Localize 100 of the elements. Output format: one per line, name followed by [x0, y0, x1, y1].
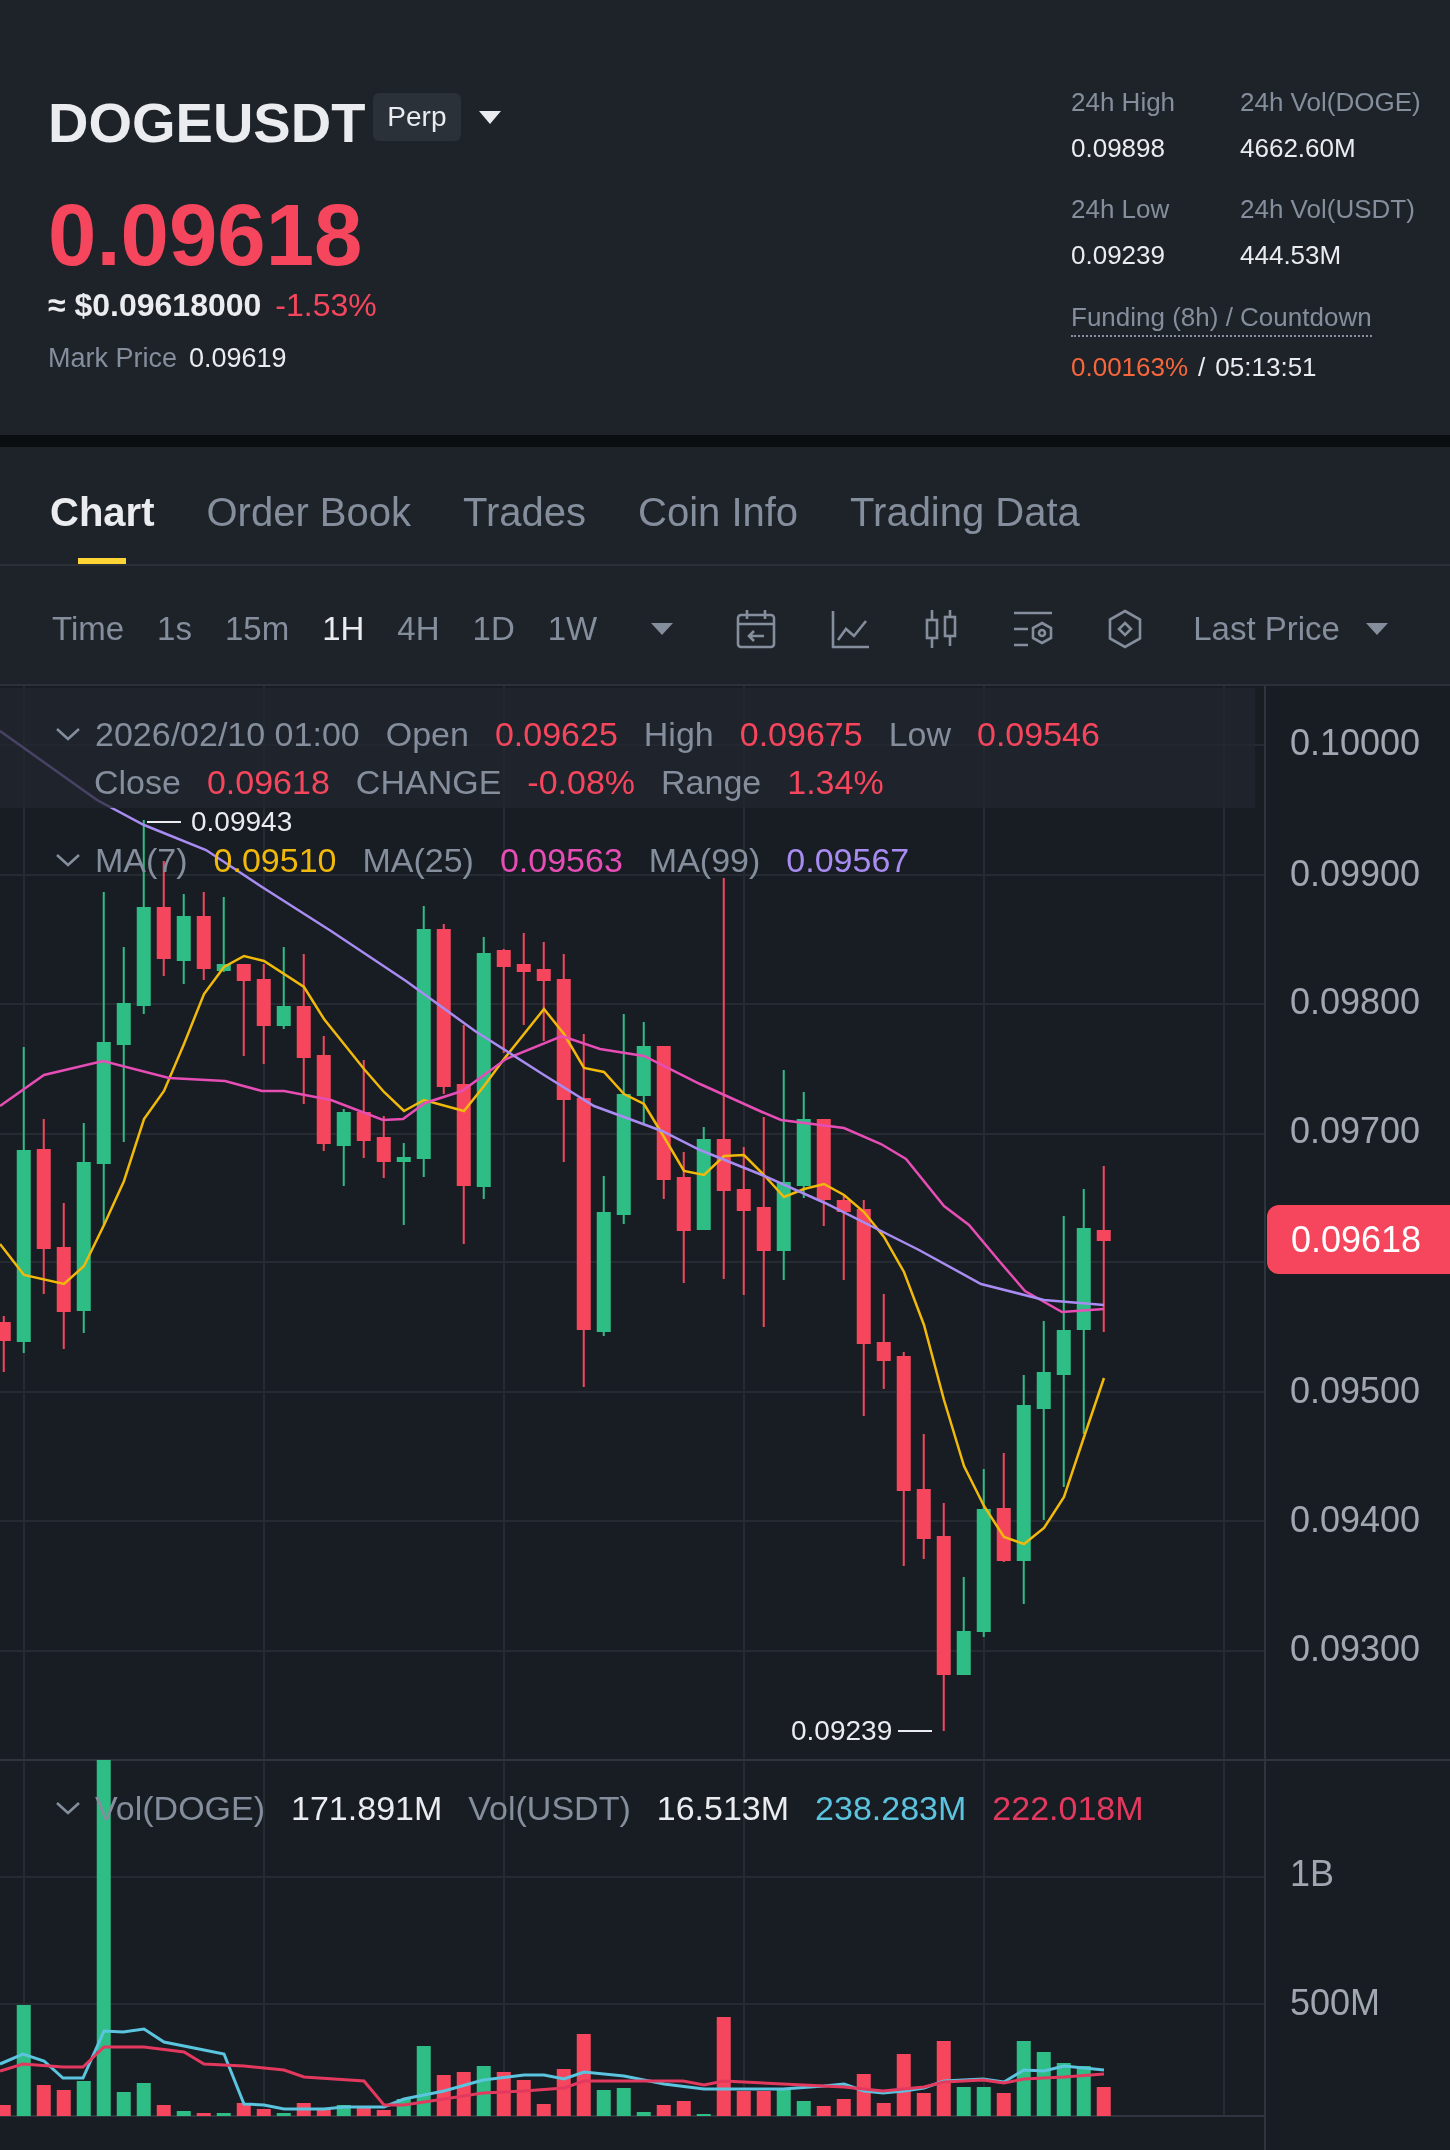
- volume-bar: [656, 2105, 671, 2116]
- volume-bar: [996, 2093, 1011, 2116]
- legend-label: CHANGE: [355, 762, 502, 802]
- volume-bar: [616, 2088, 631, 2116]
- volume-bar: [416, 2046, 431, 2116]
- funding-separator: /: [1198, 351, 1206, 384]
- volume-bar: [756, 2091, 771, 2116]
- legend-value: 1.34%: [787, 762, 884, 802]
- stat-value: 0.09239: [1071, 239, 1165, 272]
- stat-label: 24h Low: [1071, 193, 1170, 226]
- funding-label[interactable]: Funding (8h) / Countdown: [1071, 299, 1372, 337]
- tab[interactable]: Trades: [463, 447, 586, 564]
- candlestick: [0, 1316, 11, 1372]
- volume-legend-label: Vol(USDT): [468, 1788, 631, 1828]
- chevron-down-icon[interactable]: [55, 852, 81, 868]
- volume-bar: [376, 2110, 391, 2116]
- contract-type-badge: Perp: [373, 93, 461, 141]
- volume-bar: [136, 2083, 151, 2116]
- interval-option[interactable]: Time: [52, 607, 125, 651]
- mark-price-value: 0.09619: [189, 342, 287, 375]
- chevron-down-icon[interactable]: [55, 1800, 81, 1816]
- price-change: -1.53%: [275, 286, 377, 325]
- price-type-dropdown[interactable]: Last Price: [1193, 607, 1388, 651]
- interval-option[interactable]: 4H: [397, 607, 440, 651]
- calendar-icon[interactable]: [735, 608, 778, 650]
- volume-bar: [336, 2105, 351, 2116]
- volume-bar: [976, 2087, 991, 2116]
- volume-axis-label: 500M: [1290, 1983, 1381, 2023]
- price-axis-label: 0.09400: [1290, 1500, 1421, 1540]
- volume-bar: [916, 2093, 931, 2116]
- volume-bar: [116, 2092, 131, 2116]
- volume-bar: [956, 2087, 971, 2116]
- tab[interactable]: Chart: [50, 447, 155, 564]
- volume-bar: [896, 2054, 911, 2116]
- legend-value: 0.09675: [739, 714, 863, 754]
- volume-average-value: 238.283M: [815, 1788, 967, 1828]
- price-axis-label: 0.09300: [1290, 1629, 1421, 1669]
- stat-value: 444.53M: [1240, 239, 1342, 272]
- last-price: 0.09618: [48, 185, 363, 285]
- price-axis-label: 0.10000: [1290, 723, 1421, 763]
- legend-label: Open: [385, 714, 469, 754]
- interval-option[interactable]: 1H: [322, 607, 365, 651]
- ma-value: 0.09510: [213, 840, 337, 880]
- legend-label: Close: [94, 762, 181, 802]
- tab[interactable]: Trading Data: [850, 447, 1080, 564]
- volume-bar: [316, 2108, 331, 2116]
- line-chart-icon[interactable]: [829, 608, 872, 650]
- funding-rate: 0.00163%: [1071, 351, 1189, 384]
- ma-value: 0.09563: [499, 840, 623, 880]
- approx-usd-price: ≈ $0.09618000: [48, 286, 262, 325]
- volume-bar: [356, 2108, 371, 2116]
- volume-bar: [216, 2113, 231, 2116]
- chevron-down-icon[interactable]: [55, 726, 81, 742]
- volume-bar: [1096, 2087, 1111, 2116]
- volume-bar: [156, 2105, 171, 2116]
- mark-price-label: Mark Price: [48, 342, 177, 375]
- volume-bar: [636, 2112, 651, 2116]
- hexagon-icon[interactable]: [1107, 608, 1144, 650]
- countdown-timer: 05:13:51: [1215, 351, 1317, 384]
- symbol-title: DOGEUSDT: [48, 93, 366, 153]
- legend-value: 0.09618: [206, 762, 330, 802]
- current-price-tag: 0.09618: [1267, 1205, 1450, 1274]
- tab[interactable]: Order Book: [206, 447, 411, 564]
- caret-down-icon[interactable]: [478, 111, 501, 124]
- volume-bar: [36, 2085, 51, 2116]
- stat-value: 0.09898: [1071, 132, 1165, 165]
- legend-value: 0.09546: [977, 714, 1100, 754]
- legend-label: Low: [888, 714, 951, 754]
- tab[interactable]: Coin Info: [638, 447, 799, 564]
- price-axis-label: 0.09900: [1290, 854, 1421, 894]
- ma-value: 0.09567: [786, 840, 910, 880]
- interval-option[interactable]: 1W: [547, 607, 598, 651]
- volume-bar: [56, 2090, 71, 2116]
- volume-bar: [196, 2113, 211, 2116]
- interval-option[interactable]: 1s: [157, 607, 192, 651]
- price-axis-label: 0.09800: [1290, 982, 1421, 1022]
- volume-bar: [276, 2113, 291, 2116]
- legend-value: -0.08%: [527, 762, 636, 802]
- ma-label: MA(99): [648, 840, 761, 880]
- volume-axis-label: 1B: [1290, 1854, 1335, 1894]
- volume-bar: [796, 2101, 811, 2116]
- volume-bar: [676, 2101, 691, 2116]
- legend-label: High: [643, 714, 714, 754]
- interval-option[interactable]: 15m: [224, 607, 290, 651]
- price-axis-label: 0.09700: [1290, 1111, 1421, 1151]
- volume-bar: [1036, 2052, 1051, 2116]
- interval-option[interactable]: 1D: [472, 607, 515, 651]
- stat-label: 24h High: [1071, 86, 1176, 119]
- volume-legend-value: 16.513M: [656, 1788, 790, 1828]
- volume-bar: [816, 2106, 831, 2116]
- stat-label: 24h Vol(USDT): [1240, 193, 1415, 226]
- stat-label: 24h Vol(DOGE): [1240, 86, 1421, 119]
- volume-average-value: 222.018M: [992, 1788, 1144, 1828]
- legend-date: 2026/02/10 01:00: [95, 714, 360, 754]
- volume-bar: [736, 2091, 751, 2116]
- volume-bar: [876, 2103, 891, 2116]
- legend-label: Range: [661, 762, 762, 802]
- volume-bar: [256, 2109, 271, 2116]
- volume-legend-value: 171.891M: [291, 1788, 443, 1828]
- volume-bar: [0, 2105, 11, 2116]
